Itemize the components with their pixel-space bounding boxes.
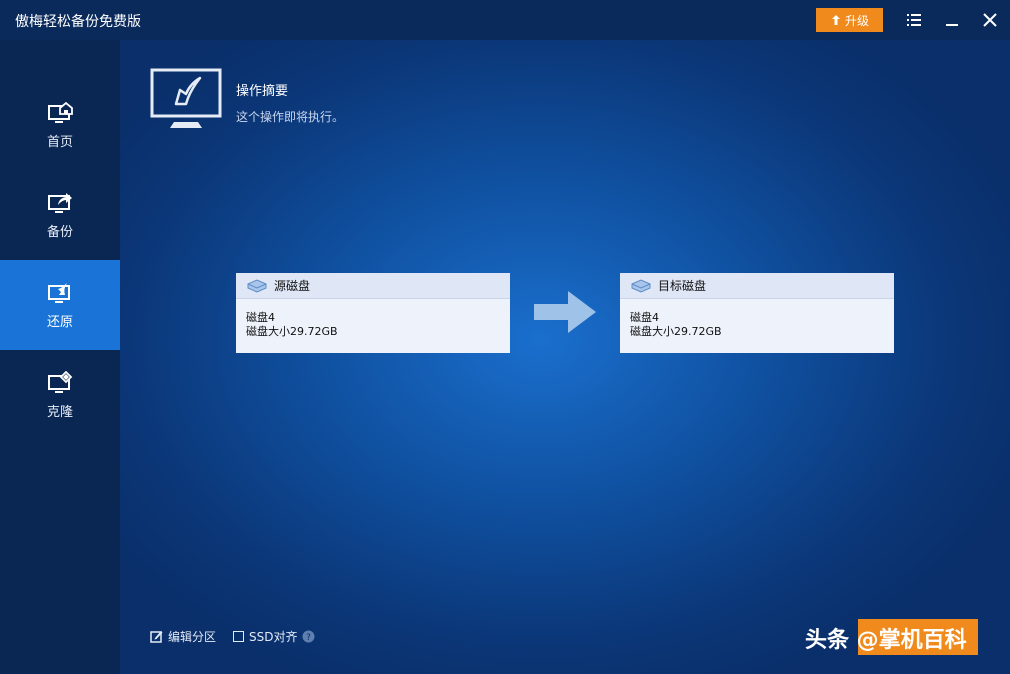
minimize-button[interactable] xyxy=(939,8,965,32)
summary-title: 操作摘要 xyxy=(236,84,289,99)
target-disk-name: 磁盘4 xyxy=(630,311,659,324)
ssd-align-label: SSD对齐 xyxy=(249,630,298,644)
menu-icon xyxy=(907,14,921,26)
target-disk-title: 目标磁盘 xyxy=(658,279,707,293)
help-icon[interactable]: ? xyxy=(302,630,315,643)
upgrade-button[interactable]: 升级 xyxy=(816,8,883,32)
sidebar-item-backup[interactable]: 备份 xyxy=(0,170,120,260)
ssd-align-checkbox[interactable] xyxy=(233,631,244,642)
main-panel: 操作摘要 这个操作即将执行。 源磁盘 磁盘4 磁盘大小29.72GB 目标磁盘 xyxy=(120,40,1010,674)
source-disk-name: 磁盘4 xyxy=(246,311,275,324)
upgrade-label: 升级 xyxy=(844,13,869,28)
watermark-text: 头条 @掌机百科 xyxy=(805,628,967,653)
upgrade-icon xyxy=(831,15,840,25)
source-disk-card[interactable]: 源磁盘 磁盘4 磁盘大小29.72GB xyxy=(236,273,510,353)
target-disk-header: 目标磁盘 xyxy=(620,273,894,299)
disk-icon xyxy=(247,278,267,293)
operation-summary-icon xyxy=(150,68,222,128)
home-icon xyxy=(48,101,73,123)
backup-icon xyxy=(48,192,72,213)
minimize-icon xyxy=(946,24,958,26)
arrow-right-icon xyxy=(534,291,596,333)
edit-partition-option[interactable]: 编辑分区 xyxy=(150,628,216,645)
sidebar-item-clone[interactable]: 克隆 xyxy=(0,350,120,440)
sidebar-item-label: 克隆 xyxy=(46,404,73,420)
close-icon xyxy=(983,13,997,27)
disk-icon xyxy=(631,278,651,293)
ssd-align-option[interactable]: SSD对齐 ? xyxy=(233,628,315,645)
source-disk-title: 源磁盘 xyxy=(274,279,311,293)
watermark: 头条 @掌机百科 xyxy=(805,622,967,654)
sidebar-item-label: 还原 xyxy=(46,314,73,330)
edit-partition-label: 编辑分区 xyxy=(168,630,217,644)
source-disk-size: 磁盘大小29.72GB xyxy=(246,325,338,338)
title-bar: 傲梅轻松备份免费版 升级 xyxy=(0,0,1010,40)
clone-icon xyxy=(48,370,73,393)
sidebar-item-home[interactable]: 首页 xyxy=(0,80,120,170)
summary-subtitle: 这个操作即将执行。 xyxy=(236,110,345,124)
sidebar: 首页 备份 还原 克隆 xyxy=(0,40,120,674)
source-disk-header: 源磁盘 xyxy=(236,273,510,299)
restore-icon xyxy=(48,282,70,303)
svg-text:?: ? xyxy=(307,633,312,643)
sidebar-item-label: 首页 xyxy=(46,134,73,150)
target-disk-size: 磁盘大小29.72GB xyxy=(630,325,722,338)
sidebar-item-label: 备份 xyxy=(46,224,73,240)
close-button[interactable] xyxy=(977,8,1003,32)
menu-button[interactable] xyxy=(901,8,927,32)
edit-icon xyxy=(150,631,163,643)
app-title: 傲梅轻松备份免费版 xyxy=(15,14,141,30)
sidebar-item-restore[interactable]: 还原 xyxy=(0,260,120,350)
target-disk-card[interactable]: 目标磁盘 磁盘4 磁盘大小29.72GB xyxy=(620,273,894,353)
